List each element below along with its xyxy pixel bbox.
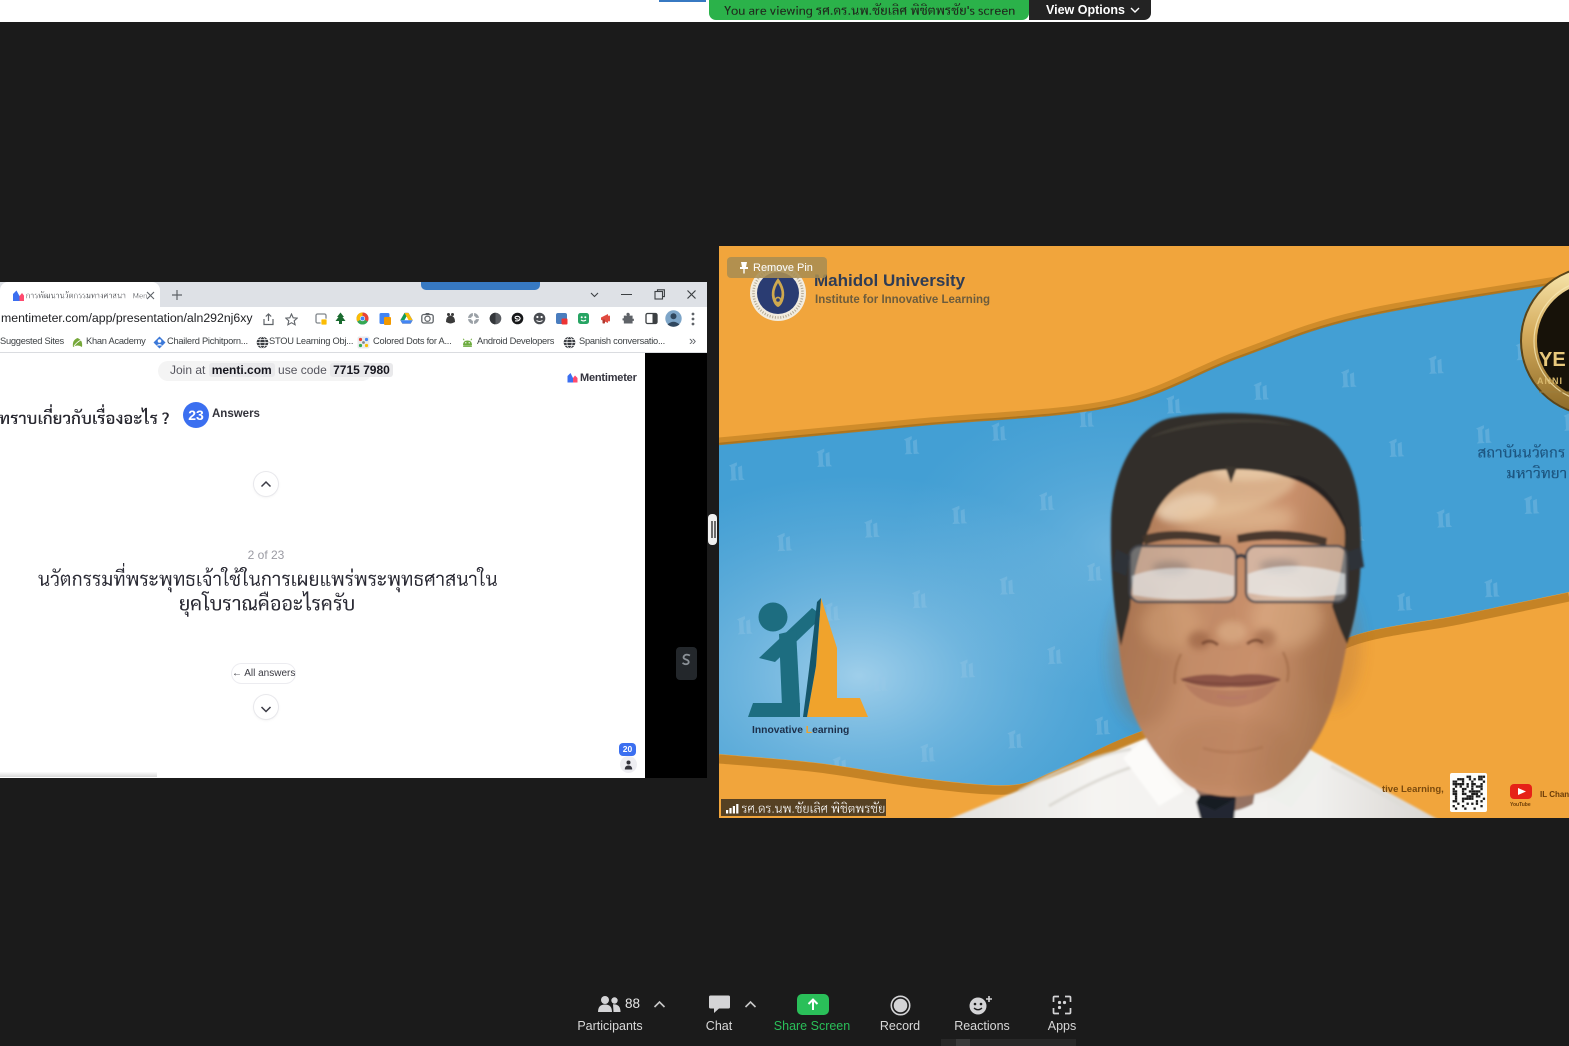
svg-text:tive Learning,: tive Learning, — [1382, 784, 1444, 795]
svg-text:YouTube: YouTube — [1510, 802, 1531, 808]
svg-text:Institute for Innovative Lear: Institute for Innovative Learning — [815, 294, 990, 306]
svg-text:YE: YE — [1539, 349, 1566, 371]
svg-text:ANNI: ANNI — [1537, 376, 1563, 386]
svg-text:Mahidol University: Mahidol University — [814, 271, 966, 290]
svg-text:Innovative Learning: Innovative Learning — [752, 725, 849, 736]
svg-text:Remove Pin: Remove Pin — [753, 262, 813, 274]
svg-text:IL Chan: IL Chan — [1540, 790, 1569, 799]
